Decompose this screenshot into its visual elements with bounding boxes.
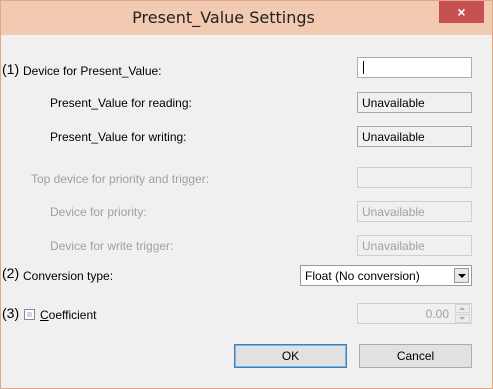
device-trigger-field: Unavailable [357,235,472,256]
close-icon[interactable]: × [439,1,484,23]
conversion-type-value: Float (No conversion) [305,269,420,283]
coefficient-label-rest: oefficient [48,308,97,322]
cancel-button[interactable]: Cancel [359,344,472,368]
dialog-title: Present_Value Settings [132,8,315,27]
conversion-type-label: Conversion type: [23,269,114,283]
coefficient-label-accel: C [40,308,49,322]
device-pv-label: Device for Present_Value: [23,64,162,78]
chevron-down-icon[interactable] [454,268,469,283]
conversion-type-select[interactable]: Float (No conversion) [300,265,472,286]
device-pv-input[interactable] [357,57,472,78]
coefficient-spinner[interactable]: 0.00 [357,303,472,324]
device-priority-label: Device for priority: [50,205,147,219]
pv-reading-field: Unavailable [357,92,472,113]
marker-1: (1) [2,61,20,77]
device-priority-field: Unavailable [357,201,472,222]
ok-button[interactable]: OK [234,344,347,368]
spin-down-icon[interactable] [455,314,470,323]
marker-3: (3) [2,305,20,321]
marker-2: (2) [2,265,20,281]
dialog-content: (1) Device for Present_Value: Present_Va… [2,35,484,380]
text-caret [363,61,364,74]
dialog-window: Present_Value Settings × (1) Device for … [0,0,493,389]
coefficient-value: 0.00 [425,307,449,321]
pv-reading-label: Present_Value for reading: [50,96,192,110]
title-bar: Present_Value Settings × [1,1,492,35]
pv-writing-label: Present_Value for writing: [50,130,187,144]
coefficient-checkbox[interactable] [24,309,35,320]
pv-writing-field: Unavailable [357,126,472,147]
coefficient-label: Coefficient [40,308,96,322]
spin-up-icon[interactable] [455,304,470,313]
top-device-input[interactable] [357,167,472,188]
top-device-label: Top device for priority and trigger: [31,172,210,186]
device-trigger-label: Device for write trigger: [50,239,174,253]
